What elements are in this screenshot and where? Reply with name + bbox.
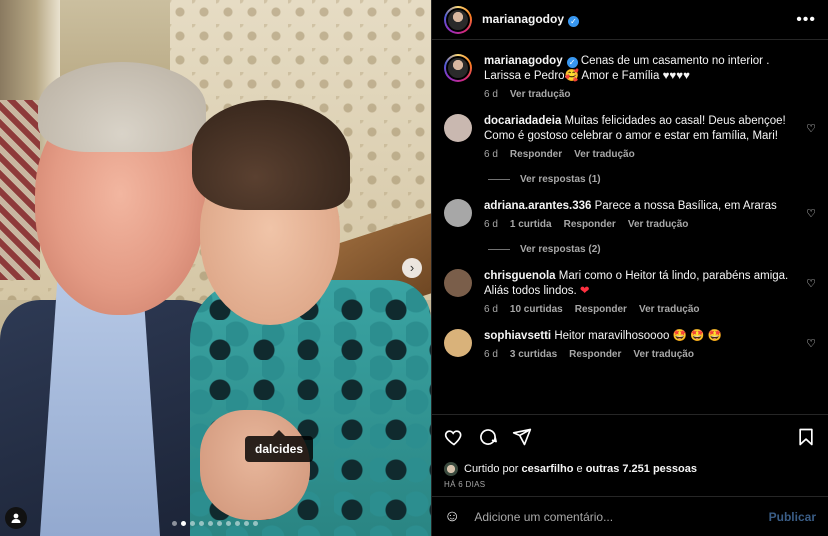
carousel-dot xyxy=(217,521,222,526)
comment-input[interactable]: Adicione um comentário... xyxy=(474,510,613,524)
comment-composer: ☺ Adicione um comentário... Publicar xyxy=(432,496,828,536)
carousel-dot xyxy=(181,521,186,526)
comment-like-heart-icon[interactable]: ♡ xyxy=(806,337,816,350)
post-modal: dalcides › marianagodoy ✓ ••• marianagodo… xyxy=(0,0,828,536)
emoji-icon[interactable]: ☺ xyxy=(444,508,460,526)
comment-username[interactable]: docariadadeia xyxy=(484,115,561,127)
comment-username[interactable]: adriana.arantes.336 xyxy=(484,200,591,212)
photo-cushion xyxy=(0,100,40,280)
comment-text: Heitor maravilhosoooo 🤩 🤩 🤩 xyxy=(554,330,722,342)
likes-joiner: e xyxy=(576,463,583,475)
carousel-dot xyxy=(208,521,213,526)
comment-age: 6 d xyxy=(484,219,498,230)
post-side-panel: marianagodoy ✓ ••• marianagodoy ✓ Cenas de… xyxy=(431,0,828,536)
liker-avatar[interactable] xyxy=(444,462,458,476)
caption-username[interactable]: marianagodoy ✓ xyxy=(484,55,578,68)
comment: adriana.arantes.336 Parece a nossa Basíl… xyxy=(444,199,816,230)
photo-man-hair xyxy=(38,62,206,152)
post-photo[interactable]: dalcides › xyxy=(0,0,431,536)
next-slide-button[interactable]: › xyxy=(402,258,422,278)
comments-list: marianagodoy ✓ Cenas de um casamento no i… xyxy=(432,40,828,414)
comment-avatar[interactable] xyxy=(444,269,472,297)
photo-woman-hair xyxy=(192,100,350,210)
comment-avatar[interactable] xyxy=(444,329,472,357)
author-username[interactable]: marianagodoy ✓ xyxy=(482,12,580,27)
comment-reply-button[interactable]: Responder xyxy=(575,304,627,315)
action-bar xyxy=(432,414,828,458)
caption-age: 6 d xyxy=(484,89,498,100)
like-heart-icon[interactable] xyxy=(444,427,464,447)
carousel-dot xyxy=(253,521,258,526)
comment-like-heart-icon[interactable]: ♡ xyxy=(806,122,816,135)
caption-avatar[interactable] xyxy=(444,54,472,82)
comment-username[interactable]: sophiavsetti xyxy=(484,330,551,342)
comment-translate-link[interactable]: Ver tradução xyxy=(574,149,635,160)
post-header: marianagodoy ✓ ••• xyxy=(432,0,828,40)
publish-button[interactable]: Publicar xyxy=(769,510,816,524)
comment-like-heart-icon[interactable]: ♡ xyxy=(806,277,816,290)
comment-reply-button[interactable]: Responder xyxy=(510,149,562,160)
comment-reply-button[interactable]: Responder xyxy=(569,349,621,360)
comment-translate-link[interactable]: Ver tradução xyxy=(628,219,689,230)
comment-translate-link[interactable]: Ver tradução xyxy=(639,304,700,315)
likes-summary: Curtido por cesarfilho e outras 7.251 pe… xyxy=(432,458,828,480)
tagged-users-button[interactable] xyxy=(5,507,27,529)
carousel-dot xyxy=(235,521,240,526)
view-replies-button[interactable]: Ver respostas (1) xyxy=(488,174,816,185)
comment-icon[interactable] xyxy=(478,427,498,447)
comment: docariadadeia Muitas felicidades ao casa… xyxy=(444,114,816,160)
view-replies-label: Ver respostas (2) xyxy=(520,244,601,255)
carousel-dot xyxy=(226,521,231,526)
likes-others[interactable]: outras 7.251 pessoas xyxy=(586,463,697,475)
comment-text: Parece a nossa Basílica, em Araras xyxy=(594,200,777,212)
replies-divider xyxy=(488,179,510,180)
heart-emoji: ❤ xyxy=(579,285,590,297)
carousel-dots xyxy=(172,521,258,526)
comment-age: 6 d xyxy=(484,149,498,160)
comment-avatar[interactable] xyxy=(444,114,472,142)
comment-age: 6 d xyxy=(484,349,498,360)
post-date[interactable]: HÁ 6 DIAS xyxy=(432,480,828,496)
verified-badge-icon: ✓ xyxy=(568,16,580,27)
comment-reply-button[interactable]: Responder xyxy=(564,219,616,230)
comment: sophiavsetti Heitor maravilhosoooo 🤩 🤩 🤩… xyxy=(444,329,816,360)
carousel-dot xyxy=(190,521,195,526)
photo-user-tag[interactable]: dalcides xyxy=(245,430,314,462)
comment-avatar[interactable] xyxy=(444,199,472,227)
share-icon[interactable] xyxy=(512,427,532,447)
comment-likes[interactable]: 3 curtidas xyxy=(510,349,557,360)
comment-username[interactable]: chrisguenola xyxy=(484,270,556,282)
likes-user[interactable]: cesarfilho xyxy=(521,463,573,475)
view-replies-button[interactable]: Ver respostas (2) xyxy=(488,244,816,255)
photo-hand xyxy=(200,410,310,520)
carousel-dot xyxy=(172,521,177,526)
chevron-right-icon: › xyxy=(409,260,415,275)
author-avatar[interactable] xyxy=(444,5,472,34)
comment-likes[interactable]: 10 curtidas xyxy=(510,304,563,315)
replies-divider xyxy=(488,249,510,250)
comment-age: 6 d xyxy=(484,304,498,315)
view-replies-label: Ver respostas (1) xyxy=(520,174,601,185)
caption-translate-link[interactable]: Ver tradução xyxy=(510,89,571,100)
comment: chrisguenola Mari como o Heitor tá lindo… xyxy=(444,269,816,315)
carousel-dot xyxy=(199,521,204,526)
comment-translate-link[interactable]: Ver tradução xyxy=(633,349,694,360)
comment-like-heart-icon[interactable]: ♡ xyxy=(806,207,816,220)
caption: marianagodoy ✓ Cenas de um casamento no i… xyxy=(444,54,816,100)
bookmark-icon[interactable] xyxy=(796,427,816,447)
comment-likes[interactable]: 1 curtida xyxy=(510,219,552,230)
user-icon xyxy=(11,513,21,523)
verified-badge-icon: ✓ xyxy=(566,57,578,68)
more-options-icon[interactable]: ••• xyxy=(796,11,816,29)
carousel-dot xyxy=(244,521,249,526)
likes-prefix: Curtido por xyxy=(464,463,519,475)
